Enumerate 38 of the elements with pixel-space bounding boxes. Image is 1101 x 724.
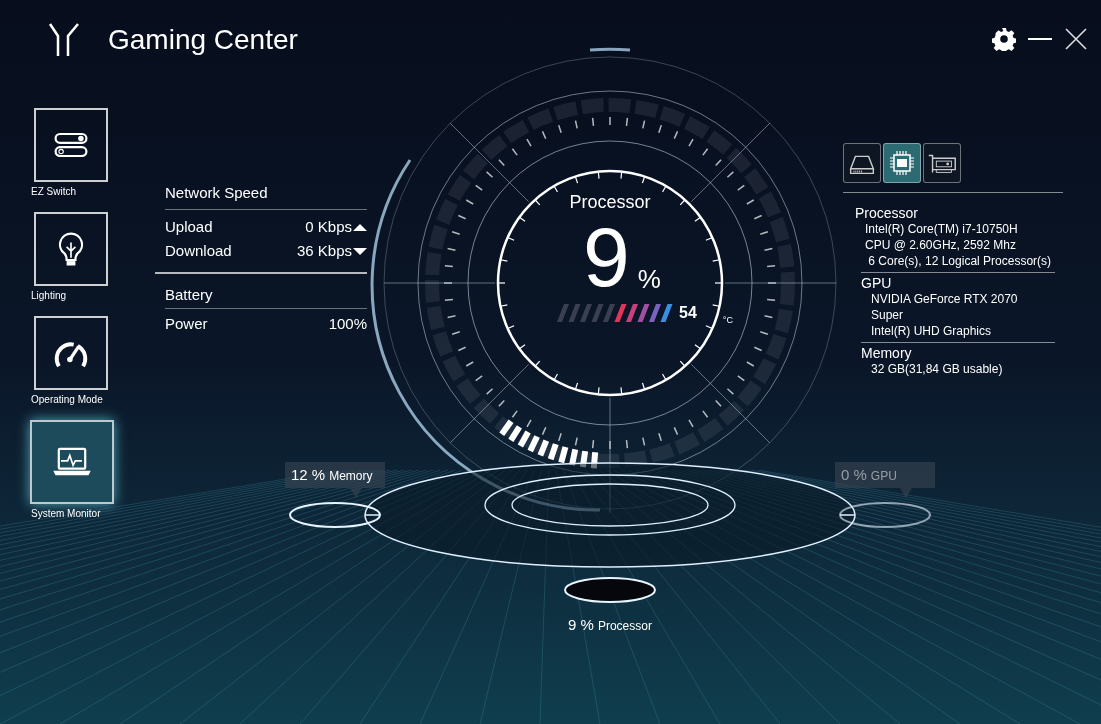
cpu-chip-icon bbox=[888, 149, 916, 177]
up-arrow-icon bbox=[353, 222, 367, 232]
settings-button[interactable] bbox=[991, 26, 1017, 52]
section-title: Battery bbox=[164, 285, 214, 305]
device-tab[interactable] bbox=[883, 143, 921, 183]
spec-title: GPU bbox=[861, 275, 893, 291]
node-label: 0 % GPU bbox=[841, 464, 897, 485]
row-value: 36 Kbps bbox=[296, 241, 352, 261]
tooltip-pointer bbox=[900, 488, 912, 498]
row-label: Upload bbox=[165, 217, 213, 237]
window-title: Gaming Center bbox=[108, 26, 298, 54]
temperature-unit: °C bbox=[722, 314, 733, 326]
row-label: Power bbox=[165, 314, 208, 334]
tooltip-pointer bbox=[350, 488, 362, 498]
close-button[interactable] bbox=[1063, 26, 1089, 52]
temperature-value: 54 bbox=[679, 304, 697, 322]
device-tab[interactable] bbox=[923, 143, 961, 183]
node-label: 9 % Processor bbox=[567, 615, 653, 635]
spec-value: 32 GB(31,84 GB usable) bbox=[871, 361, 1004, 377]
row-value: 100% bbox=[328, 314, 367, 334]
logo-icon bbox=[48, 22, 80, 58]
usage-unit: % bbox=[637, 264, 661, 294]
spec-value: 6 Core(s), 12 Logical Processor(s) bbox=[867, 253, 1053, 269]
row-value: 0 Kbps bbox=[305, 217, 352, 237]
usage-value: 9 bbox=[583, 212, 630, 302]
device-tab[interactable] bbox=[843, 143, 881, 183]
spec-title: Memory bbox=[861, 345, 913, 361]
spec-title: Processor bbox=[855, 205, 920, 221]
gauge-title: Processor bbox=[569, 191, 651, 214]
spec-value: CPU @ 2.60GHz, 2592 Mhz bbox=[865, 237, 1017, 253]
row-label: Download bbox=[165, 241, 232, 261]
spec-value: Intel(R) UHD Graphics bbox=[871, 323, 993, 339]
section-title: Network Speed bbox=[164, 183, 269, 203]
spec-value: Intel(R) Core(TM) i7-10750H bbox=[865, 221, 1019, 237]
spec-value: Super bbox=[871, 307, 905, 323]
spec-value: NVIDIA GeForce RTX 2070 bbox=[871, 291, 1019, 307]
down-arrow-icon bbox=[353, 246, 367, 256]
node-label: 12 % Memory bbox=[291, 464, 373, 485]
